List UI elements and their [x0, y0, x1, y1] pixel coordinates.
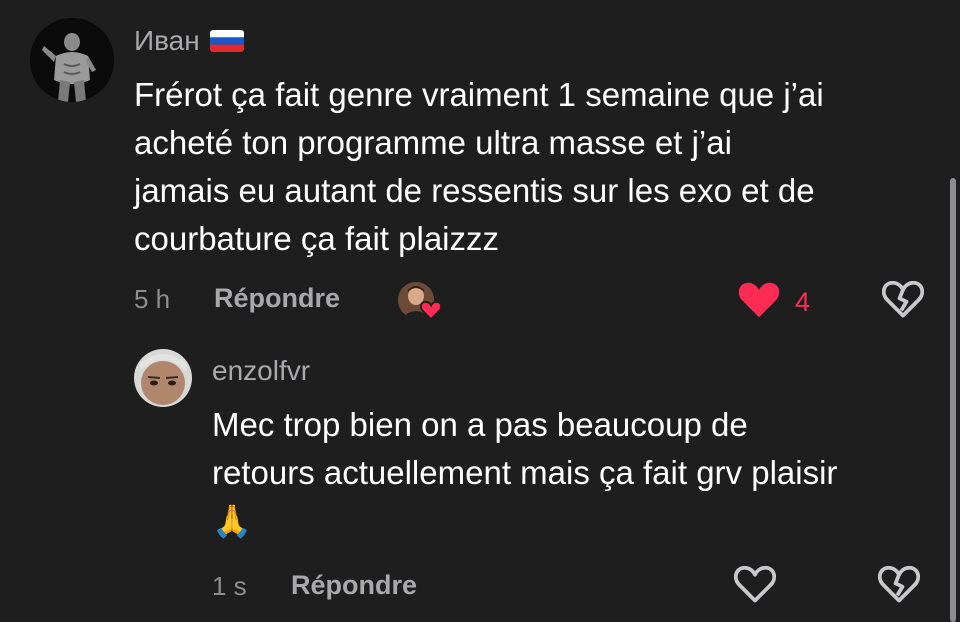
- comment-text: Frérot ça fait genre vraiment 1 semaine …: [134, 71, 934, 263]
- comment-text-line: retours actuellement mais ça fait grv pl…: [212, 454, 838, 491]
- user-avatar-image: [134, 349, 192, 407]
- author-name[interactable]: Иван: [134, 25, 200, 57]
- broken-heart-icon: [877, 565, 921, 608]
- comment-text: Mec trop bien on a pas beaucoup de retou…: [212, 401, 942, 545]
- creator-liked-badge: [398, 282, 444, 322]
- dislike-button[interactable]: [881, 280, 925, 324]
- reply-button[interactable]: Répondre: [291, 570, 417, 601]
- comment-text-line: courbature ça fait plaizzz: [134, 220, 500, 257]
- comment-text-line: Mec trop bien on a pas beaucoup de: [212, 406, 748, 443]
- comment-text-line: acheté ton programme ultra masse et j’ai: [134, 124, 732, 161]
- author-name[interactable]: enzolfvr: [212, 355, 310, 387]
- statue-avatar-image: [30, 18, 114, 102]
- scrollbar[interactable]: [950, 178, 956, 622]
- comment-timestamp: 5 h: [134, 284, 171, 314]
- like-count: 4: [795, 287, 811, 317]
- praying-hands-emoji: 🙏: [212, 503, 252, 539]
- heart-icon: [737, 281, 781, 324]
- comment-text-line: jamais eu autant de ressentis sur les ex…: [134, 172, 815, 209]
- like-button[interactable]: [733, 565, 777, 609]
- comment-header: Иван: [134, 24, 244, 58]
- like-button[interactable]: 4: [737, 281, 810, 324]
- flag-russia-icon: [209, 30, 244, 52]
- avatar[interactable]: [30, 18, 114, 102]
- comment-text-line: Frérot ça fait genre vraiment 1 semaine …: [134, 76, 824, 113]
- small-heart-icon: [419, 300, 443, 325]
- avatar[interactable]: [134, 349, 192, 407]
- dislike-button[interactable]: [877, 565, 921, 609]
- heart-icon: [733, 565, 777, 608]
- broken-heart-icon: [881, 280, 925, 323]
- comment-timestamp: 1 s: [212, 571, 247, 601]
- reply-button[interactable]: Répondre: [214, 283, 340, 314]
